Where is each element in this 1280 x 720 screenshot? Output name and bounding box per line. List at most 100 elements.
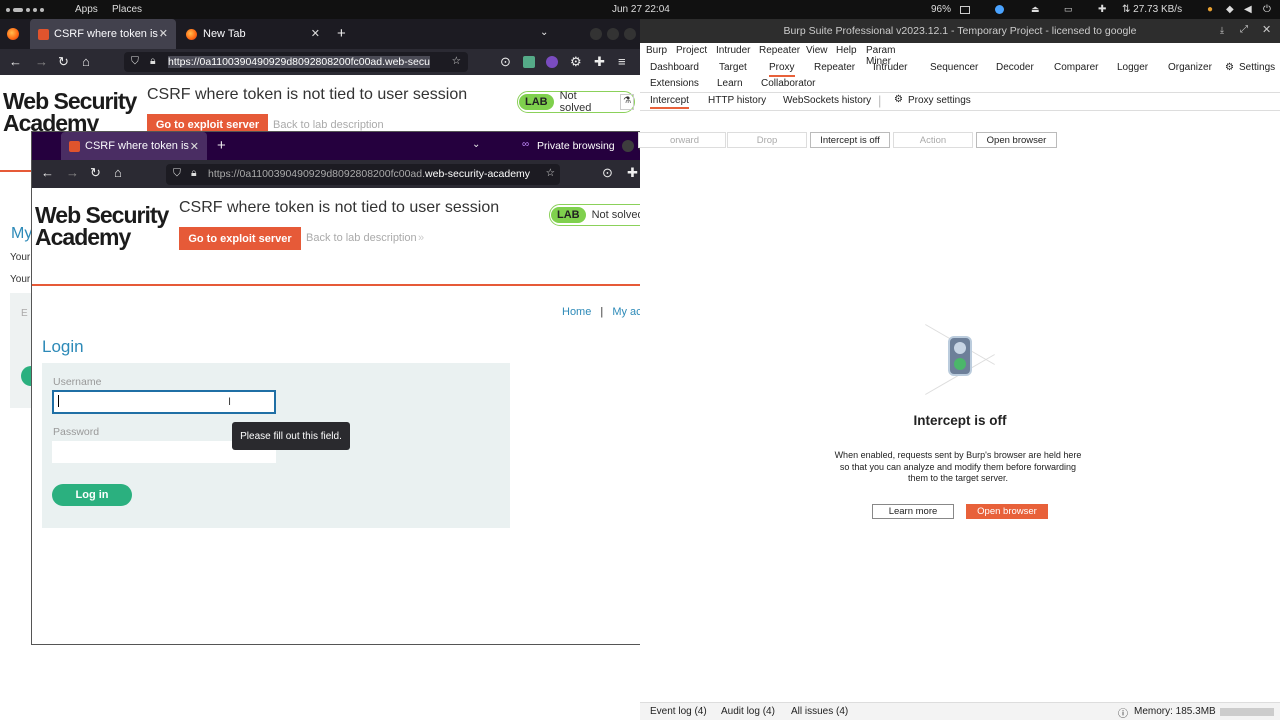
subtab-websockets-history[interactable]: WebSockets history <box>783 95 871 106</box>
close-tab-icon[interactable]: ✕ <box>311 27 320 40</box>
url-bar[interactable]: ⛉ 🔒︎ https://0a1100390490929d8092808200f… <box>166 164 560 185</box>
new-tab-plus-icon[interactable]: + <box>337 25 346 42</box>
menu-intruder[interactable]: Intruder <box>716 45 750 56</box>
eject-icon[interactable]: ⏏ <box>1031 4 1040 15</box>
pocket-icon[interactable]: ⊙ <box>500 54 511 70</box>
firefox-menu-icon[interactable] <box>7 28 19 40</box>
learn-more-button[interactable]: Learn more <box>872 504 954 519</box>
volume-icon[interactable]: ◀ <box>1244 4 1252 15</box>
tab-new-tab[interactable]: New Tab ✕ <box>178 19 328 49</box>
tab-csrf-lab-private[interactable]: CSRF where token is not t ✕ <box>61 132 207 160</box>
hamburger-menu-icon[interactable]: ≡ <box>618 54 626 69</box>
go-to-exploit-server-button[interactable]: Go to exploit server <box>179 227 301 250</box>
window-maximize-button[interactable] <box>607 28 619 40</box>
close-icon[interactable]: ✕ <box>1262 23 1271 36</box>
event-log-button[interactable]: Event log (4) <box>650 706 707 717</box>
microphone-icon[interactable]: ● <box>1207 4 1213 15</box>
drop-button[interactable]: Drop <box>727 132 807 148</box>
proxy-settings-button[interactable]: Proxy settings <box>908 95 971 106</box>
extension-icon[interactable] <box>523 56 535 68</box>
forward-button[interactable]: orward <box>638 132 726 148</box>
back-to-lab-description-link[interactable]: Back to lab description <box>306 232 417 244</box>
power-icon[interactable]: ⏻ <box>1263 4 1271 15</box>
tab-intruder[interactable]: Intruder <box>873 62 907 73</box>
menu-help[interactable]: Help <box>836 45 857 56</box>
tab-proxy[interactable]: Proxy <box>769 62 795 77</box>
clock[interactable]: Jun 27 22:04 <box>612 4 670 15</box>
tab-learn[interactable]: Learn <box>717 78 743 89</box>
extension-icon[interactable] <box>546 56 558 68</box>
home-icon[interactable]: ⌂ <box>82 54 90 69</box>
subtab-intercept[interactable]: Intercept <box>650 95 689 109</box>
menu-project[interactable]: Project <box>676 45 707 56</box>
url-bar[interactable]: ⛉ 🔒︎ https://0a1100390490929d8092808200f… <box>124 52 468 72</box>
open-browser-toolbar-button[interactable]: Open browser <box>976 132 1057 148</box>
gear-icon[interactable]: ⚙ <box>894 94 903 105</box>
audit-log-button[interactable]: Audit log (4) <box>721 706 775 717</box>
tab-dashboard[interactable]: Dashboard <box>650 62 699 73</box>
home-link[interactable]: Home <box>562 306 591 318</box>
username-input[interactable] <box>52 390 276 414</box>
tab-repeater[interactable]: Repeater <box>814 62 855 73</box>
extensions-puzzle-icon[interactable]: ✚ <box>627 165 638 181</box>
tab-sequencer[interactable]: Sequencer <box>930 62 978 73</box>
tab-settings[interactable]: Settings <box>1239 62 1275 73</box>
back-arrow-icon[interactable]: ← <box>41 165 54 180</box>
window-close-button[interactable] <box>624 28 636 40</box>
list-tabs-chevron-icon[interactable]: ⌄ <box>472 139 480 150</box>
log-in-button[interactable]: Log in <box>52 484 132 506</box>
menu-repeater[interactable]: Repeater <box>759 45 800 56</box>
tab-organizer[interactable]: Organizer <box>1168 62 1212 73</box>
list-tabs-chevron-icon[interactable]: ⌄ <box>540 27 548 38</box>
minimize-icon[interactable]: ⤓ <box>1220 25 1224 36</box>
close-tab-icon[interactable]: ✕ <box>159 27 168 40</box>
tab-comparer[interactable]: Comparer <box>1054 62 1098 73</box>
back-arrow-icon[interactable]: ← <box>9 54 22 69</box>
tab-extensions[interactable]: Extensions <box>650 78 699 89</box>
lock-icon[interactable]: 🔒︎ <box>191 167 197 180</box>
apps-menu[interactable]: Apps <box>75 4 98 15</box>
reload-icon[interactable]: ↻ <box>58 54 69 70</box>
places-menu[interactable]: Places <box>112 4 142 15</box>
activities-dot-active[interactable] <box>13 8 23 12</box>
wsa-logo[interactable]: Web Security Academy <box>3 90 137 135</box>
gear-icon[interactable]: ⚙ <box>1225 62 1234 73</box>
all-issues-button[interactable]: All issues (4) <box>791 706 848 717</box>
tab-target[interactable]: Target <box>719 62 747 73</box>
tracking-shield-icon[interactable]: ⛉ <box>173 167 181 180</box>
pocket-icon[interactable]: ⊙ <box>602 165 613 181</box>
forward-arrow-icon[interactable]: → <box>35 54 48 69</box>
maximize-icon[interactable]: ⤢ <box>1240 24 1248 35</box>
puzzle-icon[interactable]: ✚ <box>1098 4 1106 15</box>
activities-dot[interactable] <box>26 8 30 12</box>
reload-icon[interactable]: ↻ <box>90 165 101 181</box>
wsa-logo[interactable]: Web Security Academy <box>35 204 169 249</box>
home-icon[interactable]: ⌂ <box>114 165 122 180</box>
open-browser-button[interactable]: Open browser <box>966 504 1048 519</box>
intercept-toggle-button[interactable]: Intercept is off <box>810 132 890 148</box>
extensions-puzzle-icon[interactable]: ✚ <box>594 54 605 70</box>
lock-icon[interactable]: 🔒︎ <box>150 55 156 68</box>
network-icon[interactable]: ◆ <box>1226 4 1234 15</box>
foxyproxy-icon[interactable]: ⚙ <box>570 54 582 70</box>
activities-dot[interactable] <box>40 8 44 12</box>
close-tab-icon[interactable]: ✕ <box>190 140 199 153</box>
tab-logger[interactable]: Logger <box>1117 62 1148 73</box>
window-minimize-button[interactable] <box>622 140 634 152</box>
bookmark-star-icon[interactable]: ☆ <box>542 167 555 179</box>
activities-dot[interactable] <box>33 8 37 12</box>
activities-dot[interactable] <box>6 8 10 12</box>
forward-arrow-icon[interactable]: → <box>66 165 79 180</box>
telegram-icon[interactable] <box>995 5 1004 14</box>
tab-csrf-lab[interactable]: CSRF where token is not t ✕ <box>30 19 176 49</box>
action-button[interactable]: Action <box>893 132 973 148</box>
menu-view[interactable]: View <box>806 45 828 56</box>
new-tab-plus-icon[interactable]: + <box>217 137 226 154</box>
tracking-shield-icon[interactable]: ⛉ <box>131 55 139 68</box>
bookmark-star-icon[interactable]: ☆ <box>452 55 461 67</box>
menu-burp[interactable]: Burp <box>646 45 667 56</box>
tab-collaborator[interactable]: Collaborator <box>761 78 815 89</box>
subtab-http-history[interactable]: HTTP history <box>708 95 766 106</box>
tray-icon[interactable]: ▭ <box>1064 4 1073 15</box>
back-to-lab-description-link[interactable]: Back to lab description <box>273 119 384 131</box>
